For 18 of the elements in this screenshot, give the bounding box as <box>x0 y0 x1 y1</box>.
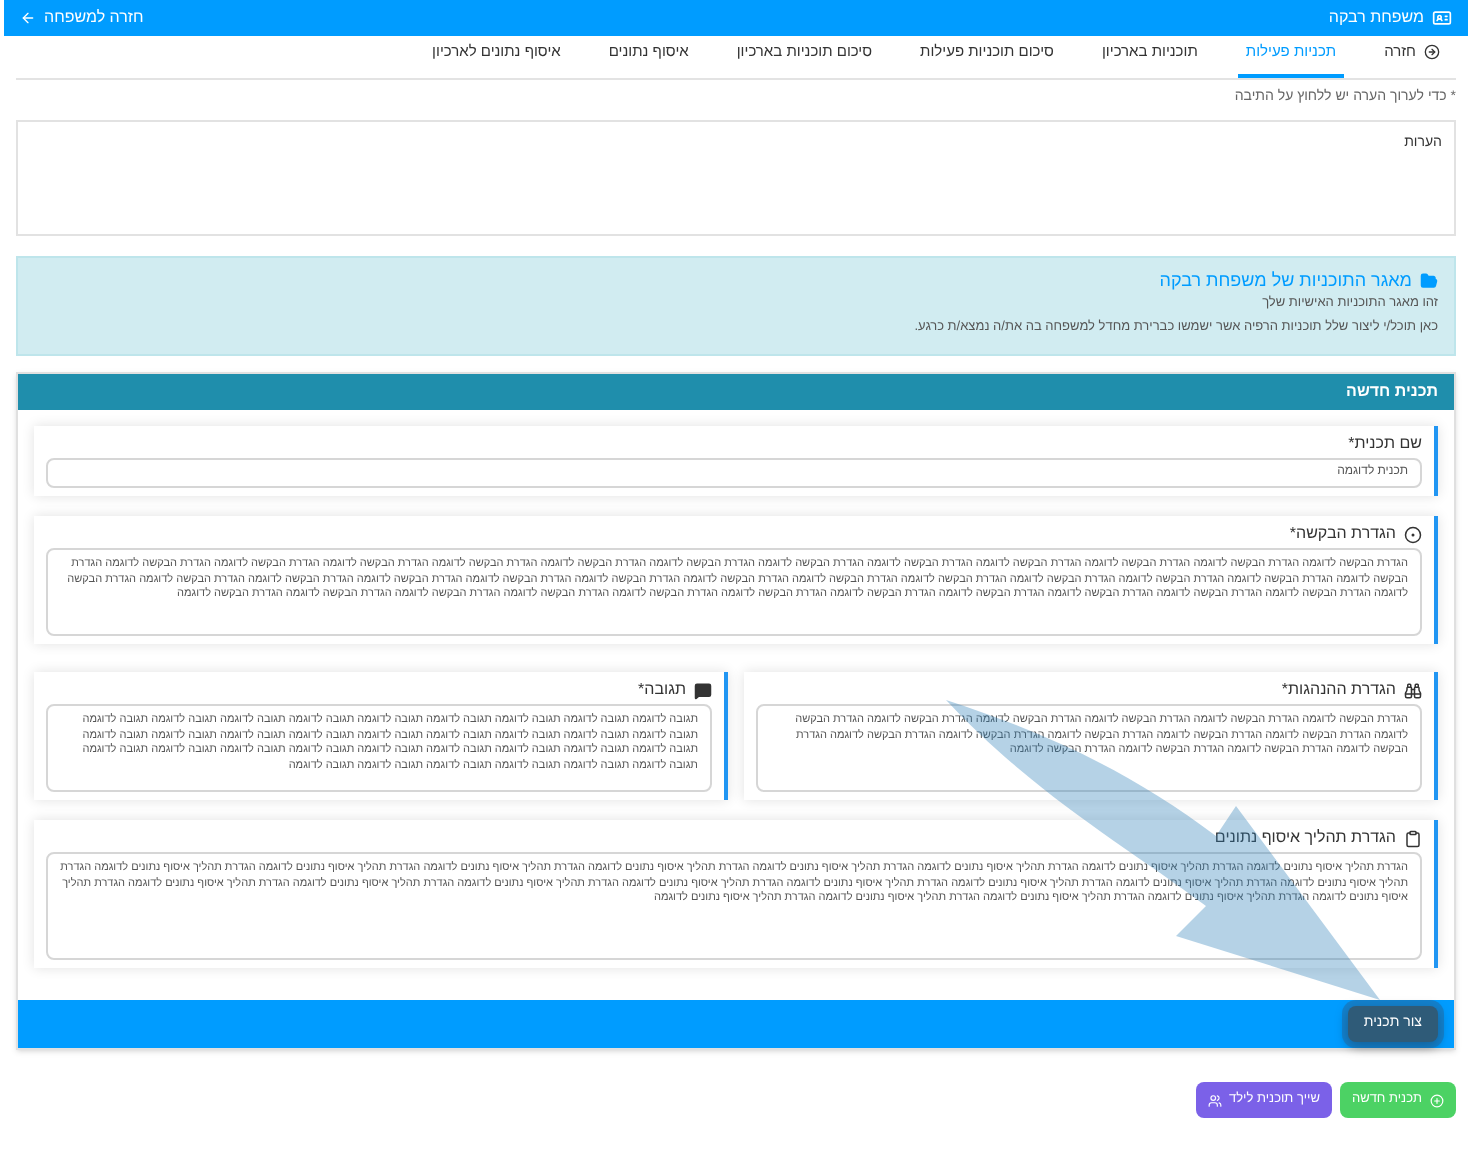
folder-icon <box>1420 271 1438 289</box>
plus-icon <box>1430 1093 1444 1107</box>
target-icon <box>1404 525 1422 543</box>
card-header: תכנית חדשה <box>18 374 1454 410</box>
section-label: תגובה* <box>638 680 686 700</box>
arrow-left-icon <box>20 10 36 26</box>
section-label: הגדרת תהליך איסוף נתונים <box>1214 828 1396 848</box>
page-title: משפחת רבקה <box>1328 8 1424 28</box>
arrow-right-circle-icon <box>1424 44 1440 60</box>
section-label: הגדרת הבקשה* <box>1289 524 1396 544</box>
binoculars-icon <box>1404 681 1422 699</box>
section-label: שם תכנית* <box>1346 434 1422 454</box>
users-icon <box>1207 1093 1222 1107</box>
section-label: הגדרת ההנהגות* <box>1281 680 1396 700</box>
speech-bubble-icon <box>694 681 712 699</box>
id-card-icon <box>1432 8 1452 28</box>
clipboard-icon <box>1404 829 1422 847</box>
info-title: מאגר התוכניות של משפחת רבקה <box>1159 270 1412 290</box>
